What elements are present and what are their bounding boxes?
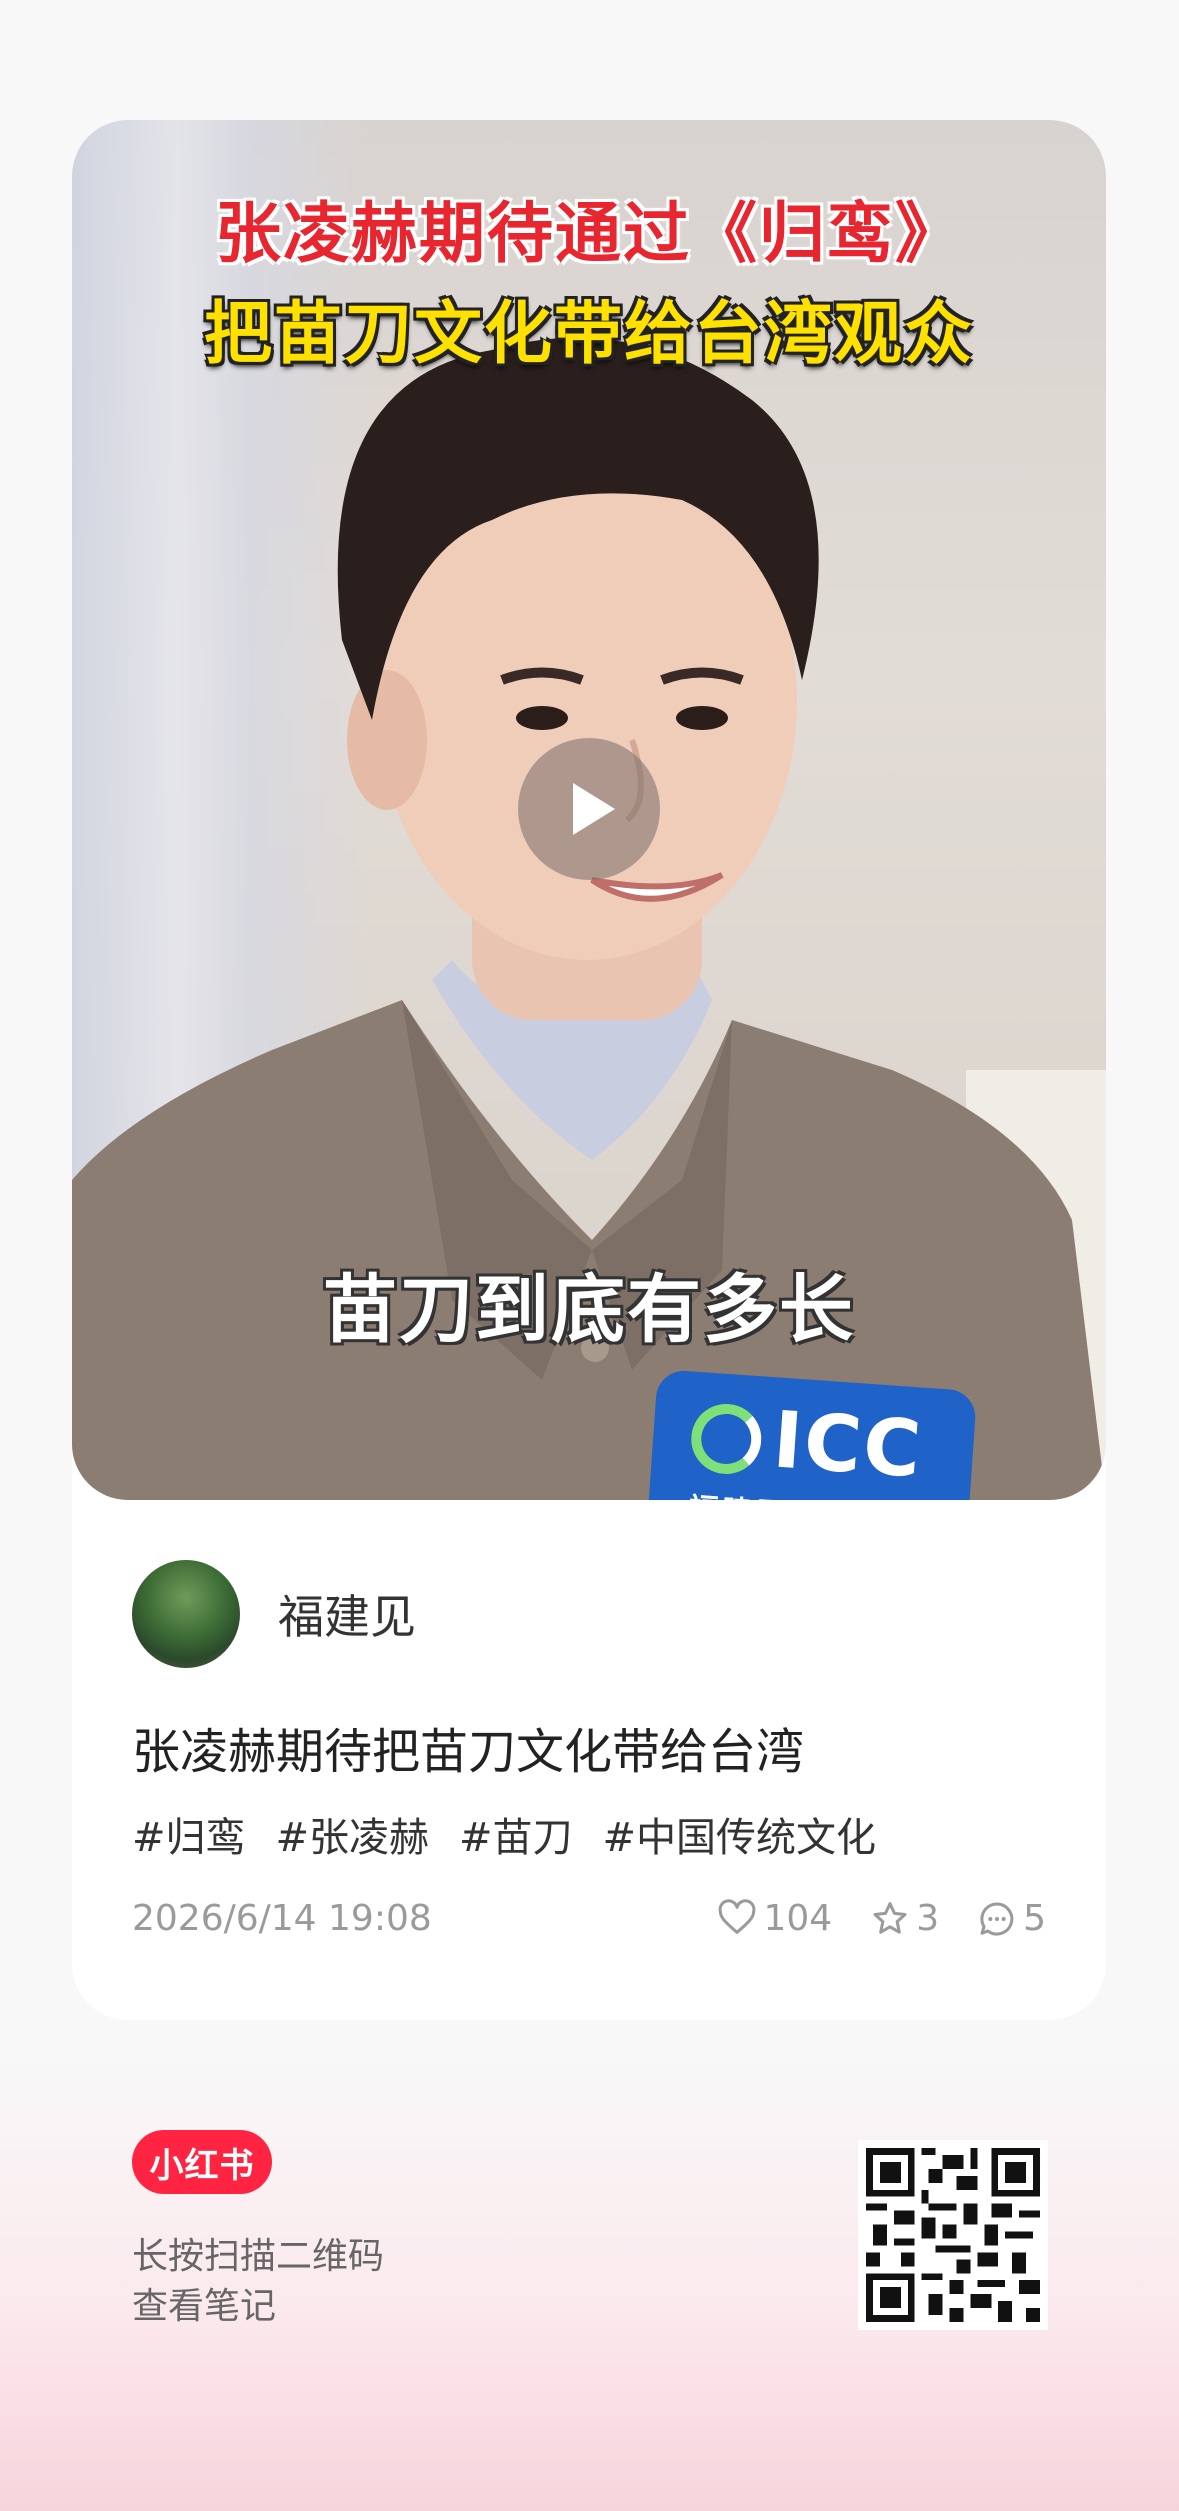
video-subtitle: 苗刀到底有多长: [323, 1267, 855, 1353]
tag[interactable]: #苗刀: [459, 1805, 573, 1863]
post-meta: 2026/6/14 19:08 104 3 5: [132, 1898, 1046, 1939]
comment-stat[interactable]: 5: [977, 1898, 1046, 1939]
qr-code-icon: [866, 2148, 1040, 2322]
mic-label: ICC: [770, 1395, 926, 1496]
post-date: 2026/6/14 19:08: [132, 1898, 432, 1939]
brand-logo: 小红书: [132, 2130, 272, 2194]
video-headline-line1: 张凌赫期待通过《归鸾》: [215, 195, 963, 272]
like-count: 104: [763, 1898, 833, 1939]
star-icon: [873, 1901, 907, 1934]
tag-list: #归鸾 #张凌赫 #苗刀 #中国传统文化: [132, 1805, 876, 1863]
comment-icon: [980, 1901, 1014, 1935]
favorite-stat[interactable]: 3: [870, 1898, 939, 1939]
scan-instructions: 长按扫描二维码 查看笔记: [132, 2232, 384, 2332]
qr-code[interactable]: [858, 2140, 1048, 2330]
post-title: 张凌赫期待把苗刀文化带给台湾: [132, 1724, 805, 1780]
tag[interactable]: #中国传统文化: [603, 1805, 877, 1863]
microphone-logo: ICC 福建国际传: [646, 1369, 978, 1500]
tag[interactable]: #张凌赫: [276, 1805, 430, 1863]
avatar[interactable]: [132, 1560, 240, 1668]
icc-logo-icon: [688, 1401, 764, 1477]
author-name[interactable]: 福建见: [278, 1581, 416, 1647]
note-card[interactable]: 张凌赫期待通过《归鸾》 把苗刀文化带给台湾观众 苗刀到底有多长 ICC 福建国际…: [72, 120, 1106, 2020]
play-icon: [573, 783, 615, 835]
comment-count: 5: [1023, 1898, 1046, 1939]
scan-line2: 查看笔记: [132, 2286, 277, 2327]
video-headline-line2: 把苗刀文化带给台湾观众: [203, 295, 974, 374]
author-row[interactable]: 福建见: [132, 1560, 416, 1668]
favorite-count: 3: [916, 1898, 940, 1939]
post-stats: 104 3 5: [717, 1898, 1046, 1939]
like-stat[interactable]: 104: [717, 1898, 832, 1939]
heart-icon: [719, 1898, 756, 1934]
scan-line1: 长按扫描二维码: [132, 2236, 385, 2277]
play-button[interactable]: [518, 738, 660, 880]
video-cover[interactable]: 张凌赫期待通过《归鸾》 把苗刀文化带给台湾观众 苗刀到底有多长 ICC 福建国际…: [72, 120, 1106, 1500]
tag[interactable]: #归鸾: [132, 1805, 246, 1863]
